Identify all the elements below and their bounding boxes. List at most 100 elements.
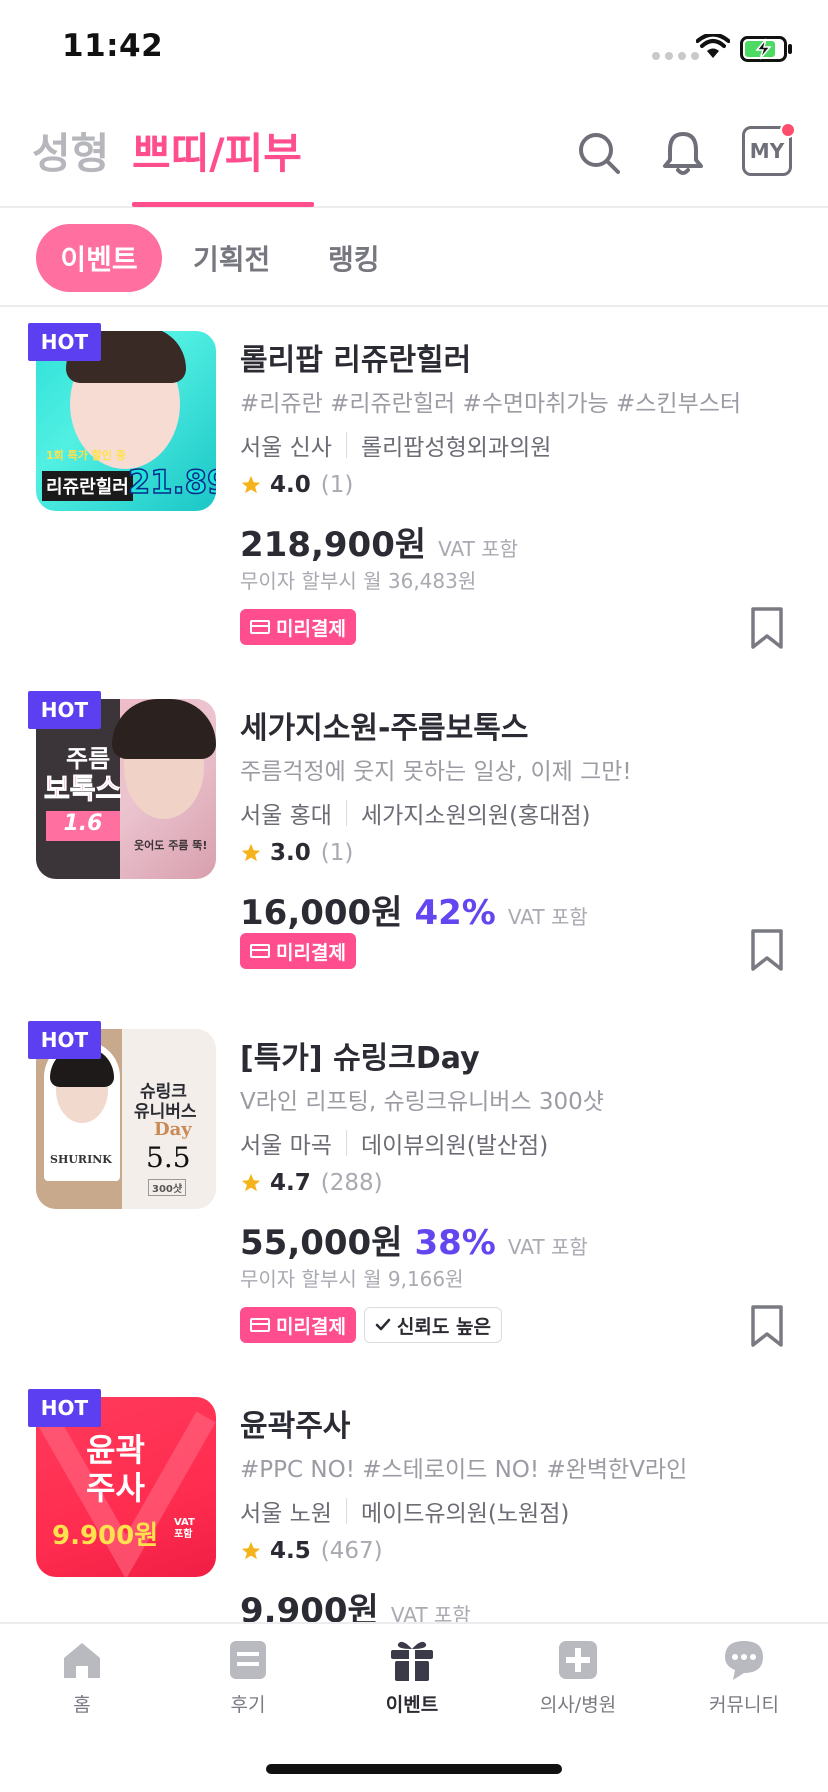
thumb-subtext: 1회 특가 할인 중 (46, 449, 126, 462)
event-card[interactable]: HOT SHURINK 슈링크 유니버스 Day 5.5 300샷 [특가] 슈… (0, 1007, 828, 1375)
bookmark-icon[interactable] (750, 606, 784, 650)
star-icon (241, 475, 261, 494)
price-row: 218,900원 VAT 포함 (240, 517, 518, 566)
hot-badge: HOT (28, 1389, 101, 1427)
nav-event[interactable]: 이벤트 (352, 1638, 472, 1717)
nav-event-label: 이벤트 (385, 1694, 439, 1716)
bookmark-icon[interactable] (750, 1304, 784, 1348)
region: 서울 신사 (240, 435, 332, 461)
cellular-signal-icon (652, 52, 699, 60)
region: 서울 홍대 (240, 803, 332, 829)
installment-info: 무이자 할부시 월 36,483원 (240, 569, 477, 593)
hot-badge: HOT (28, 691, 101, 729)
nav-home-label: 홈 (73, 1694, 91, 1716)
rating-score: 4.0 (270, 472, 311, 498)
rating-score: 3.0 (270, 840, 311, 866)
hot-badge: HOT (28, 1021, 101, 1059)
event-tags: #리쥬란 #리쥬란힐러 #수면마취가능 #스킨부스터 (240, 391, 742, 417)
active-tab-indicator (132, 202, 314, 207)
badge-row: 미리결제 신뢰도 높은 (240, 1307, 502, 1343)
review-count: (1) (320, 840, 354, 866)
event-card[interactable]: HOT 1회 특가 할인 중 리쥬란힐러 21.89 롤리팝 리쥬란힐러 #리쥬… (0, 309, 828, 677)
nav-doctor-hospital[interactable]: 의사/병원 (518, 1638, 638, 1717)
star-icon (241, 1541, 261, 1560)
discount-rate: 42% (414, 893, 496, 933)
thumb-subtext: 300샷 (148, 1179, 187, 1196)
thumb-price: 1.6 (46, 811, 120, 841)
clinic-name: 롤리팝성형외과의원 (360, 435, 552, 461)
review-count: (288) (320, 1170, 383, 1196)
thumb-day: Day (154, 1119, 192, 1140)
bell-icon[interactable] (658, 128, 708, 178)
rating: 3.0 (1) (240, 840, 353, 866)
prepay-label: 미리결제 (276, 1315, 346, 1338)
discount-rate: 38% (414, 1223, 496, 1263)
review-count: (467) (320, 1538, 383, 1564)
clinic-name: 데이뷰의원(발산점) (360, 1133, 549, 1159)
check-icon (375, 1318, 391, 1331)
nav-home[interactable]: 홈 (22, 1638, 142, 1717)
event-location: 서울 홍대 세가지소원의원(홍대점) (240, 796, 591, 830)
nav-review[interactable]: 후기 (188, 1638, 308, 1717)
prepay-label: 미리결제 (276, 617, 346, 640)
hot-badge: HOT (28, 323, 101, 361)
card-icon (250, 1318, 270, 1332)
my-page-button[interactable]: MY (742, 122, 796, 176)
nav-review-label: 후기 (230, 1694, 266, 1716)
vat-label: VAT 포함 (507, 905, 588, 929)
installment-info: 무이자 할부시 월 9,166원 (240, 1267, 464, 1291)
thumb-line2: 보톡스 (43, 772, 122, 806)
tab-petit-skin[interactable]: 쁘띠/피부 (132, 120, 302, 181)
vat-label: VAT 포함 (507, 1235, 588, 1259)
event-subtabs: 이벤트 기획전 랭킹 (0, 210, 828, 307)
wifi-icon (696, 34, 730, 58)
my-label: MY (749, 139, 785, 163)
event-tags: #PPC NO! #스테로이드 NO! #완벽한V라인 (240, 1457, 688, 1483)
thumb-price: 5.5 (146, 1141, 191, 1174)
region: 서울 마곡 (240, 1133, 332, 1159)
nav-doctor-hospital-label: 의사/병원 (539, 1694, 617, 1716)
badge-row: 미리결제 (240, 933, 356, 969)
event-location: 서울 마곡 데이뷰의원(발산점) (240, 1126, 548, 1160)
model-hair (112, 699, 216, 759)
event-title: 윤곽주사 (240, 1409, 351, 1444)
rating: 4.7 (288) (240, 1170, 383, 1196)
tab-surgery[interactable]: 성형 (32, 120, 109, 181)
subtab-exhibition[interactable]: 기획전 (193, 224, 270, 292)
chat-icon (725, 1641, 763, 1680)
hospital-icon (559, 1641, 597, 1679)
event-title: 롤리팝 리쥬란힐러 (240, 343, 472, 378)
card-icon (250, 620, 270, 634)
event-tags: V라인 리프팅, 슈링크유니버스 300샷 (240, 1089, 604, 1115)
nav-community[interactable]: 커뮤니티 (684, 1638, 804, 1717)
event-title: 세가지소원-주름보톡스 (240, 711, 529, 746)
thumb-brand: SHURINK (50, 1153, 112, 1166)
prepay-badge: 미리결제 (240, 933, 356, 969)
review-count: (1) (320, 472, 354, 498)
home-indicator[interactable] (266, 1764, 562, 1774)
thumb-product-name: 리쥬란힐러 (42, 471, 133, 501)
vat-label: VAT 포함 (390, 1603, 471, 1622)
thumb-price: 21.89 (127, 462, 216, 502)
bookmark-icon[interactable] (750, 928, 784, 972)
search-icon[interactable] (574, 128, 624, 178)
prepay-badge: 미리결제 (240, 1307, 356, 1343)
vat-label: VAT 포함 (438, 537, 519, 561)
price-row: 16,000원 42% VAT 포함 (240, 885, 588, 934)
event-card[interactable]: HOT 윤곽 주사 9.900원 VAT 포함 윤곽주사 #PPC NO! #스… (0, 1375, 828, 1622)
trust-label: 신뢰도 높은 (396, 1315, 491, 1338)
top-header: 성형 쁘띠/피부 MY (0, 100, 828, 208)
event-tags: 주름걱정에 웃지 못하는 일상, 이제 그만! (240, 759, 632, 785)
price-row: 9,900원 VAT 포함 (240, 1583, 471, 1622)
star-icon (241, 1173, 261, 1192)
thumb-line2: 주사 (86, 1469, 145, 1507)
rating: 4.5 (467) (240, 1538, 383, 1564)
subtab-ranking[interactable]: 랭킹 (328, 224, 380, 292)
event-location: 서울 노원 메이드유의원(노원점) (240, 1494, 569, 1528)
price: 9,900원 (240, 1591, 379, 1622)
rating-score: 4.5 (270, 1538, 311, 1564)
subtab-event[interactable]: 이벤트 (36, 224, 162, 292)
region: 서울 노원 (240, 1501, 332, 1527)
nav-community-label: 커뮤니티 (709, 1694, 779, 1716)
event-card[interactable]: HOT 주름 보톡스 1.6 웃어도 주름 뚝! 세가지소원-주름보톡스 주름걱… (0, 677, 828, 1007)
